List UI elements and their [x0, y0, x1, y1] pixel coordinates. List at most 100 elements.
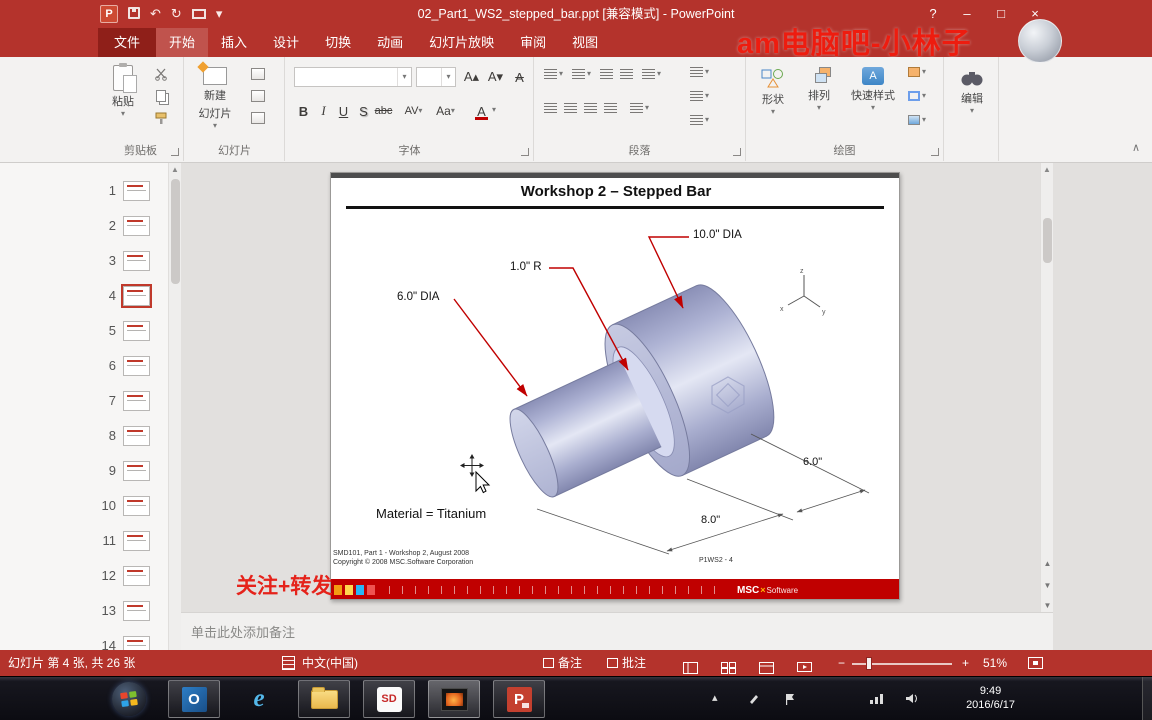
zoom-out-button[interactable]: −	[838, 650, 845, 676]
notes-pane[interactable]: 单击此处添加备注	[181, 612, 1053, 650]
slide-thumbnail[interactable]	[123, 180, 150, 201]
thumbnail-panel-scrollbar[interactable]: ▲	[168, 163, 181, 650]
quick-styles-button[interactable]: A 快速样式 ▾	[844, 62, 902, 112]
zoom-in-button[interactable]: +	[962, 650, 969, 676]
paragraph-dialog-launcher[interactable]	[733, 148, 741, 156]
paste-button[interactable]: 粘贴 ▾	[102, 62, 144, 118]
justify-button[interactable]	[604, 103, 617, 113]
numbering-button[interactable]: ▾	[572, 69, 591, 79]
slide-thumbnail[interactable]	[123, 215, 150, 236]
slide-thumb-row-8[interactable]: 8	[0, 418, 168, 453]
notes-toggle[interactable]: 备注	[543, 650, 582, 676]
previous-slide-button[interactable]: ▲	[1041, 555, 1054, 573]
layout-button[interactable]	[249, 65, 267, 83]
taskbar-explorer-folder[interactable]	[298, 680, 350, 718]
slide-thumb-row-6[interactable]: 6	[0, 348, 168, 383]
taskbar-powerpoint[interactable]: P	[493, 680, 545, 718]
bold-button[interactable]: B	[294, 101, 313, 121]
slide-thumb-row-7[interactable]: 7	[0, 383, 168, 418]
italic-button[interactable]: I	[314, 101, 333, 121]
comments-toggle[interactable]: 批注	[607, 650, 646, 676]
zoom-level[interactable]: 51%	[983, 650, 1007, 676]
align-right-button[interactable]	[584, 103, 597, 113]
notes-placeholder[interactable]: 单击此处添加备注	[191, 622, 295, 641]
align-text-button[interactable]: ▾	[690, 91, 709, 101]
panel-scroll-thumb[interactable]	[171, 179, 180, 284]
fit-slide-to-window-button[interactable]	[1028, 657, 1043, 669]
tray-network-icon[interactable]	[870, 693, 883, 707]
slide-thumb-row-2[interactable]: 2	[0, 208, 168, 243]
slide-thumbnail[interactable]	[123, 250, 150, 271]
tab-file[interactable]: 文件	[98, 28, 157, 57]
text-direction-button[interactable]: ▾	[690, 67, 709, 77]
slide-thumb-row-5[interactable]: 5	[0, 313, 168, 348]
slide-thumbnail[interactable]	[123, 460, 150, 481]
show-desktop-button[interactable]	[1142, 677, 1152, 720]
next-slide-button[interactable]: ▼	[1041, 577, 1054, 595]
tray-expand-button[interactable]: ▴	[712, 691, 718, 704]
clear-formatting-button[interactable]: A	[510, 67, 529, 87]
shapes-button[interactable]: 形状 ▾	[752, 62, 794, 116]
convert-smartart-button[interactable]: ▾	[690, 115, 709, 125]
shrink-font-button[interactable]: A▾	[486, 67, 505, 87]
collapse-ribbon-button[interactable]: ∧	[1132, 141, 1140, 154]
tab-view[interactable]: 视图	[559, 28, 611, 57]
slide-thumb-row-9[interactable]: 9	[0, 453, 168, 488]
shape-outline-button[interactable]: ▾	[908, 91, 926, 101]
tab-review[interactable]: 审阅	[507, 28, 559, 57]
tab-animations[interactable]: 动画	[364, 28, 416, 57]
line-spacing-button[interactable]: ▾	[642, 69, 661, 79]
reset-slide-button[interactable]	[249, 87, 267, 105]
start-button[interactable]	[112, 682, 146, 716]
tab-transitions[interactable]: 切换	[312, 28, 364, 57]
strikethrough-button[interactable]: abc	[374, 101, 393, 121]
taskbar-clock[interactable]: 9:49 2016/6/17	[966, 684, 1015, 712]
tab-design[interactable]: 设计	[260, 28, 312, 57]
tab-insert[interactable]: 插入	[208, 28, 260, 57]
slide-thumb-row-13[interactable]: 13	[0, 593, 168, 628]
tab-home[interactable]: 开始	[156, 28, 209, 57]
font-size-combo[interactable]: ▾	[416, 67, 456, 87]
copy-button[interactable]	[152, 87, 170, 105]
slide-thumbnail-selected[interactable]	[121, 283, 152, 308]
bullets-button[interactable]: ▾	[544, 69, 563, 79]
slide-thumbnail[interactable]	[123, 635, 150, 650]
taskbar-media-app[interactable]	[428, 680, 480, 718]
columns-button[interactable]: ▾	[630, 103, 649, 113]
slide-thumbnail[interactable]	[123, 600, 150, 621]
slide-thumbnail[interactable]	[123, 565, 150, 586]
section-button[interactable]	[249, 109, 267, 127]
panel-scroll-up-icon[interactable]: ▲	[169, 163, 181, 177]
slide-thumb-row-4[interactable]: 4	[0, 278, 168, 313]
tab-slideshow[interactable]: 幻灯片放映	[416, 28, 507, 57]
scroll-thumb[interactable]	[1043, 218, 1052, 263]
character-spacing-button[interactable]: AV ▾	[404, 101, 423, 121]
font-name-combo[interactable]: ▾	[294, 67, 412, 87]
tray-pen-icon[interactable]	[748, 693, 759, 708]
clipboard-dialog-launcher[interactable]	[171, 148, 179, 156]
slide-thumbnail[interactable]	[123, 425, 150, 446]
slide-thumbnail[interactable]	[123, 390, 150, 411]
change-case-button[interactable]: Aa ▾	[436, 101, 455, 121]
slide-thumbnail[interactable]	[123, 320, 150, 341]
new-slide-button[interactable]: 新建 幻灯片 ▾	[191, 62, 239, 130]
tray-volume-icon[interactable]	[906, 693, 919, 707]
slide-thumbnail[interactable]	[123, 495, 150, 516]
arrange-button[interactable]: 排列 ▾	[798, 62, 840, 112]
tray-flag-icon[interactable]	[784, 693, 795, 708]
align-center-button[interactable]	[564, 103, 577, 113]
taskbar-internet-explorer[interactable]: e	[233, 680, 285, 718]
font-color-dropdown[interactable]: ▾	[492, 106, 496, 114]
taskbar-sd-app[interactable]: SD	[363, 680, 415, 718]
increase-indent-button[interactable]	[620, 69, 633, 79]
taskbar-outlook[interactable]: O	[168, 680, 220, 718]
slide-canvas[interactable]: Workshop 2 – Stepped Bar z x y 10.0" DIA…	[330, 172, 900, 600]
grow-font-button[interactable]: A▴	[462, 67, 481, 87]
decrease-indent-button[interactable]	[600, 69, 613, 79]
text-shadow-button[interactable]: S	[354, 101, 373, 121]
shape-fill-button[interactable]: ▾	[908, 67, 926, 77]
format-painter-button[interactable]	[152, 109, 170, 127]
restore-button[interactable]: □	[984, 0, 1018, 28]
cut-button[interactable]	[152, 65, 170, 83]
slide-thumbnail[interactable]	[123, 530, 150, 551]
